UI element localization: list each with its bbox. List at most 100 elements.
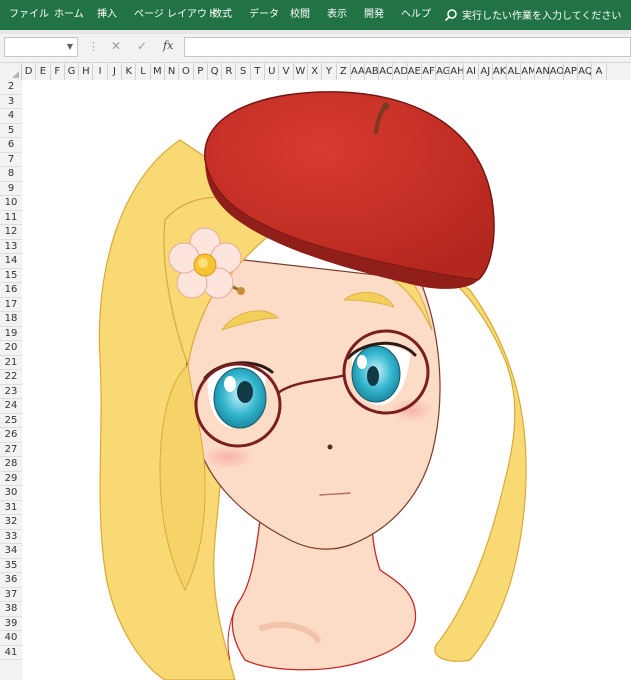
column-header[interactable]: M	[151, 63, 165, 80]
column-header[interactable]: AB	[365, 63, 380, 80]
column-header[interactable]: Q	[208, 63, 223, 80]
column-header[interactable]: U	[265, 63, 280, 80]
column-header[interactable]: I	[94, 63, 108, 80]
row-header[interactable]: 31	[0, 501, 22, 515]
column-header[interactable]: AH	[450, 63, 465, 80]
column-header[interactable]: L	[136, 63, 151, 80]
column-header[interactable]: AG	[436, 63, 451, 80]
tab-help[interactable]: ヘルプ	[401, 8, 431, 22]
tab-insert[interactable]: 挿入	[97, 8, 117, 22]
anime-girl-illustration[interactable]	[22, 80, 631, 680]
tell-me-search[interactable]: 実行したい作業を入力してください	[444, 7, 621, 22]
column-header[interactable]: AP	[564, 63, 579, 80]
column-header[interactable]: V	[279, 63, 294, 80]
insert-function-button[interactable]: fx	[163, 39, 173, 52]
column-header[interactable]: E	[36, 63, 51, 80]
row-header[interactable]: 32	[0, 515, 22, 530]
column-header[interactable]: X	[308, 63, 323, 80]
column-header[interactable]: H	[79, 63, 94, 80]
row-header[interactable]: 24	[0, 399, 22, 414]
name-box[interactable]: ▼	[4, 37, 78, 57]
tab-view[interactable]: 表示	[327, 8, 347, 22]
row-header[interactable]: 37	[0, 588, 22, 602]
row-header[interactable]: 26	[0, 428, 22, 443]
enter-entry-button[interactable]: ✓	[137, 39, 147, 53]
row-header[interactable]: 23	[0, 385, 22, 399]
row-header[interactable]: 3	[0, 95, 22, 109]
formula-input[interactable]	[184, 37, 631, 57]
row-header[interactable]: 14	[0, 254, 22, 269]
tab-review[interactable]: 校閲	[290, 8, 310, 22]
row-header[interactable]: 29	[0, 472, 22, 486]
column-header[interactable]: Z	[337, 63, 351, 80]
row-header[interactable]: 36	[0, 573, 22, 588]
column-header[interactable]: AA	[351, 63, 366, 80]
row-header[interactable]: 8	[0, 167, 22, 182]
select-all-button[interactable]	[0, 63, 22, 80]
row-header[interactable]: 13	[0, 240, 22, 254]
column-header[interactable]: AQ	[578, 63, 593, 80]
row-header[interactable]: 35	[0, 559, 22, 573]
column-header[interactable]: Y	[322, 63, 337, 80]
row-header[interactable]: 39	[0, 617, 22, 631]
row-header[interactable]: 38	[0, 602, 22, 617]
row-header[interactable]: 27	[0, 443, 22, 457]
tab-data[interactable]: データ	[249, 8, 279, 22]
row-header[interactable]: 16	[0, 283, 22, 298]
row-header[interactable]: 7	[0, 153, 22, 167]
column-header[interactable]: AN	[536, 63, 550, 80]
row-header[interactable]: 18	[0, 312, 22, 327]
row-header[interactable]: 40	[0, 631, 22, 646]
tab-file[interactable]: ファイル	[9, 8, 49, 22]
row-header[interactable]: 5	[0, 124, 22, 138]
column-header[interactable]: AK	[493, 63, 508, 80]
cancel-entry-button[interactable]: ✕	[111, 39, 121, 53]
column-header[interactable]: N	[165, 63, 180, 80]
column-header[interactable]: S	[237, 63, 251, 80]
column-header[interactable]: K	[122, 63, 137, 80]
chevron-down-icon[interactable]: ▼	[67, 42, 73, 51]
column-header[interactable]: T	[251, 63, 266, 80]
column-header[interactable]: AJ	[479, 63, 493, 80]
column-header[interactable]: W	[294, 63, 308, 80]
row-header[interactable]: 25	[0, 414, 22, 428]
tab-developer[interactable]: 開発	[364, 8, 384, 22]
row-header[interactable]: 10	[0, 196, 22, 211]
row-header[interactable]: 21	[0, 356, 22, 370]
row-header[interactable]: 11	[0, 211, 22, 225]
row-header[interactable]: 9	[0, 182, 22, 196]
tab-page-layout[interactable]: ページ レイアウト	[134, 8, 217, 22]
column-header[interactable]: AD	[394, 63, 408, 80]
row-header[interactable]: 2	[0, 80, 22, 95]
column-header[interactable]: P	[194, 63, 208, 80]
column-header[interactable]: J	[108, 63, 123, 80]
column-header[interactable]: F	[51, 63, 65, 80]
column-header[interactable]: A	[592, 63, 607, 80]
column-header[interactable]: AM	[521, 63, 536, 80]
row-header[interactable]: 15	[0, 269, 22, 283]
row-header[interactable]: 41	[0, 646, 22, 660]
column-header[interactable]: O	[179, 63, 194, 80]
tab-home[interactable]: ホーム	[54, 8, 84, 22]
column-header[interactable]: D	[22, 63, 37, 80]
column-header[interactable]: G	[65, 63, 80, 80]
column-header[interactable]: AL	[507, 63, 522, 80]
row-header[interactable]: 6	[0, 138, 22, 153]
row-header[interactable]: 12	[0, 225, 22, 240]
column-header[interactable]: AC	[379, 63, 394, 80]
row-header[interactable]: 20	[0, 341, 22, 356]
column-header[interactable]: AI	[465, 63, 479, 80]
row-header[interactable]: 30	[0, 486, 22, 501]
worksheet-grid[interactable]	[22, 80, 631, 680]
row-header[interactable]: 19	[0, 327, 22, 341]
row-header[interactable]: 17	[0, 298, 22, 312]
column-header[interactable]: AF	[422, 63, 437, 80]
row-header[interactable]: 33	[0, 530, 22, 544]
column-header[interactable]: AO	[550, 63, 564, 80]
row-header[interactable]: 28	[0, 457, 22, 472]
tab-formulas[interactable]: 数式	[212, 8, 232, 22]
row-header[interactable]: 4	[0, 109, 22, 124]
row-header[interactable]: 34	[0, 544, 22, 559]
column-header[interactable]: AE	[408, 63, 422, 80]
row-header[interactable]: 22	[0, 370, 22, 385]
